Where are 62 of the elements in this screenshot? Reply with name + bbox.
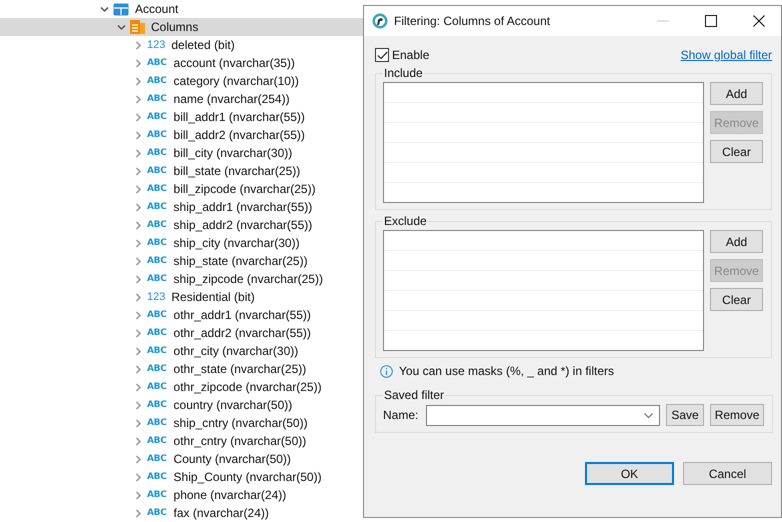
tree-item-label: othr_state (nvarchar(25)) [174, 362, 306, 376]
text-type-icon: ABC [147, 328, 167, 338]
tree-item-label: bill_addr1 (nvarchar(55)) [174, 110, 305, 124]
text-type-icon: ABC [147, 310, 167, 320]
text-type-icon: ABC [147, 184, 167, 194]
text-type-icon: ABC [147, 346, 167, 356]
text-type-icon: ABC [147, 238, 167, 248]
text-type-icon: ABC [147, 112, 167, 122]
tree-item-label: bill_addr2 (nvarchar(55)) [174, 128, 305, 142]
text-type-icon: ABC [147, 130, 167, 140]
tree-item-label: ship_addr2 (nvarchar(55)) [174, 218, 312, 232]
text-type-icon: ABC [147, 58, 167, 68]
tree-item-label: country (nvarchar(50)) [174, 398, 292, 412]
group-title: Include [383, 66, 424, 80]
text-type-icon: ABC [147, 508, 167, 518]
tree-item-label: othr_addr1 (nvarchar(55)) [174, 308, 311, 322]
text-type-icon: ABC [147, 454, 167, 464]
text-type-icon: ABC [147, 220, 167, 230]
text-type-icon: ABC [147, 148, 167, 158]
tree-item-label: bill_city (nvarchar(30)) [174, 146, 292, 160]
text-type-icon: ABC [147, 490, 167, 500]
tree-item-label: othr_zipcode (nvarchar(25)) [174, 380, 322, 394]
tree-item-label: bill_state (nvarchar(25)) [174, 164, 300, 178]
text-type-icon: ABC [147, 436, 167, 446]
tree-item-label: fax (nvarchar(24)) [174, 506, 269, 520]
window-title: Filtering: Columns of Account [394, 14, 550, 28]
tree-item-label: ship_cntry (nvarchar(50)) [174, 416, 308, 430]
tree-item-label: Ship_County (nvarchar(50)) [174, 470, 322, 484]
number-type-icon: 123 [147, 291, 166, 303]
tree-item-label: County (nvarchar(50)) [174, 452, 291, 466]
tree-item-label: ship_addr1 (nvarchar(55)) [174, 200, 312, 214]
text-type-icon: ABC [147, 274, 167, 284]
text-type-icon: ABC [147, 256, 167, 266]
group-title: Saved filter [383, 388, 446, 402]
tree-item-label: ship_state (nvarchar(25)) [174, 254, 308, 268]
hint-text: You can use masks (%, _ and *) in filters [399, 364, 614, 378]
tree-item-label: account (nvarchar(35)) [174, 56, 295, 70]
number-type-icon: 123 [147, 39, 166, 51]
text-type-icon: ABC [147, 76, 167, 86]
text-type-icon: ABC [147, 364, 167, 374]
tree-item-label: ship_city (nvarchar(30)) [174, 236, 300, 250]
text-type-icon: ABC [147, 202, 167, 212]
text-type-icon: ABC [147, 472, 167, 482]
group-title: Exclude [383, 214, 428, 228]
tree-item-label: othr_city (nvarchar(30)) [174, 344, 298, 358]
tree-item-label: category (nvarchar(10)) [174, 74, 299, 88]
text-type-icon: ABC [147, 400, 167, 410]
tree-item-label: bill_zipcode (nvarchar(25)) [174, 182, 316, 196]
text-type-icon: ABC [147, 418, 167, 428]
tree-item-label: ship_zipcode (nvarchar(25)) [174, 272, 323, 286]
tree-item-label: othr_cntry (nvarchar(50)) [174, 434, 306, 448]
tree-item-label: deleted (bit) [171, 38, 235, 52]
text-type-icon: ABC [147, 94, 167, 104]
tree-item-label: Columns [151, 20, 198, 34]
tree-item-label: name (nvarchar(254)) [174, 92, 290, 106]
tree-item-label: othr_addr2 (nvarchar(55)) [174, 326, 311, 340]
tree-item-label: Residential (bit) [171, 290, 255, 304]
tree-item-label: phone (nvarchar(24)) [174, 488, 286, 502]
name-label: Name: [383, 408, 418, 422]
text-type-icon: ABC [147, 166, 167, 176]
tree-item-label: Account [135, 2, 178, 16]
text-type-icon: ABC [147, 382, 167, 392]
